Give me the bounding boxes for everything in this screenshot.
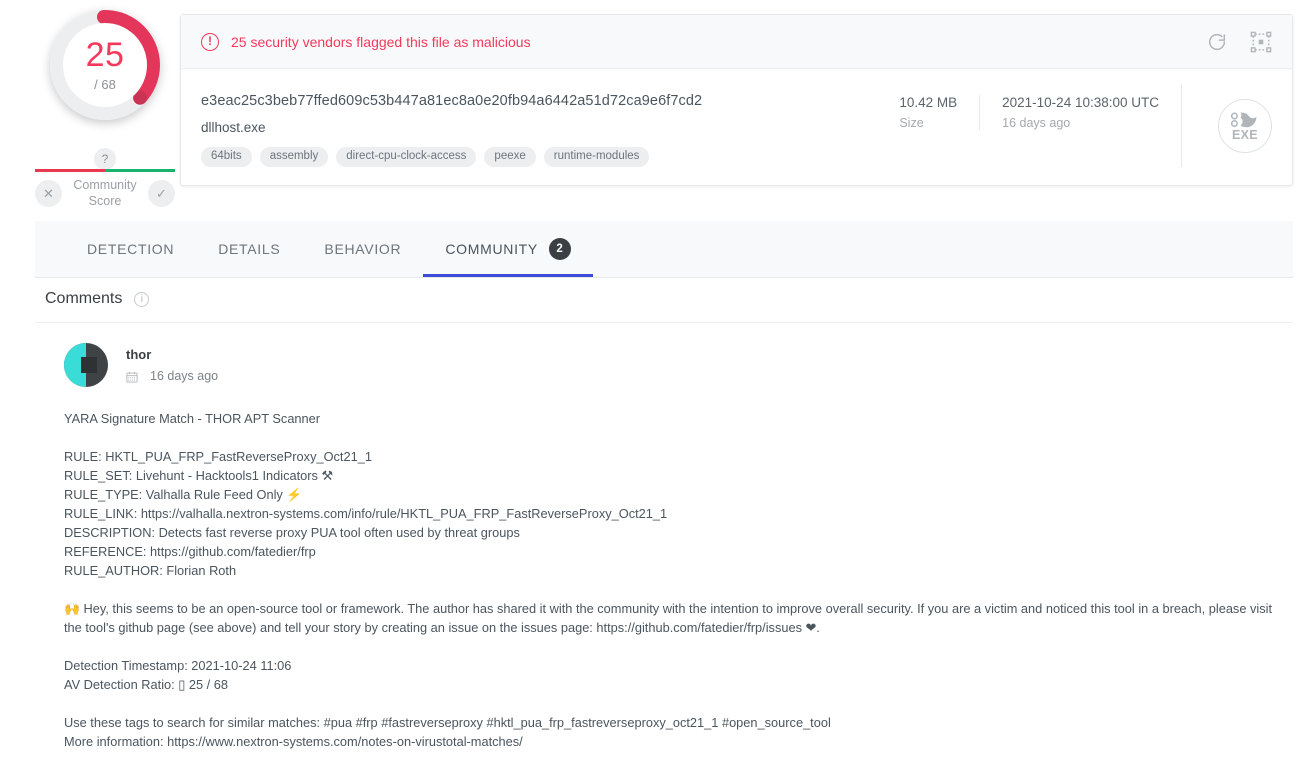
tab-details[interactable]: DETAILS xyxy=(196,221,302,277)
file-date-value: 2021-10-24 10:38:00 UTC xyxy=(1002,95,1159,110)
report-tabs: DETECTION DETAILS BEHAVIOR COMMUNITY 2 xyxy=(35,221,1293,277)
gauge-center: 25 / 68 xyxy=(63,23,147,107)
upvote-button[interactable]: ✓ xyxy=(148,180,175,207)
calendar-icon xyxy=(126,370,138,383)
card-action-buttons xyxy=(1206,31,1272,53)
tab-community-label: COMMUNITY xyxy=(445,241,538,257)
community-score-label-line1: Community xyxy=(73,178,137,192)
file-hash[interactable]: e3eac25c3beb77ffed609c53b447a81ec8a0e20f… xyxy=(201,93,877,109)
alert-icon: ! xyxy=(201,32,219,51)
comment-line-rule-type: RULE_TYPE: Valhalla Rule Feed Only ⚡ xyxy=(64,487,303,502)
detection-gauge: 25 / 68 xyxy=(44,4,166,126)
virustotal-file-report-page: 25 / 68 ? ✕ Community Score ✓ ! 25 secur… xyxy=(0,0,1308,759)
file-name: dllhost.exe xyxy=(201,120,266,135)
comment-paragraph-tags: Use these tags to search for similar mat… xyxy=(64,713,1288,751)
comment-paragraph-detection: Detection Timestamp: 2021-10-24 11:06 AV… xyxy=(64,656,1288,694)
malicious-alert-bar: ! 25 security vendors flagged this file … xyxy=(181,15,1292,69)
avatar[interactable] xyxy=(64,343,108,387)
tab-details-label: DETAILS xyxy=(218,241,281,257)
downvote-button[interactable]: ✕ xyxy=(35,180,62,207)
file-identity: e3eac25c3beb77ffed609c53b447a81ec8a0e20f… xyxy=(201,85,877,167)
comment-line-rule-author: RULE_AUTHOR: Florian Roth xyxy=(64,563,237,578)
focus-icon[interactable] xyxy=(1250,31,1272,53)
comment-timestamp: 16 days ago xyxy=(150,369,219,383)
tabbar-divider xyxy=(35,277,1293,278)
comment-author-name[interactable]: thor xyxy=(126,347,218,362)
comment-author-info: thor 16 days ago xyxy=(126,347,218,383)
file-details-body: e3eac25c3beb77ffed609c53b447a81ec8a0e20f… xyxy=(181,69,1292,185)
avatar-square xyxy=(81,357,97,373)
reload-icon[interactable] xyxy=(1206,31,1228,53)
tab-community[interactable]: COMMUNITY 2 xyxy=(423,221,593,277)
tab-detection[interactable]: DETECTION xyxy=(65,221,196,277)
alert-text: 25 security vendors flagged this file as… xyxy=(231,33,531,50)
file-size-cell: 10.42 MB Size xyxy=(877,95,979,130)
file-size-value: 10.42 MB xyxy=(899,95,958,110)
community-score-positive-bar xyxy=(105,169,175,172)
file-type-cell: EXE xyxy=(1181,85,1272,167)
community-score-negative-bar xyxy=(35,169,105,172)
community-score-label-line2: Score xyxy=(88,194,122,208)
file-date-label: 16 days ago xyxy=(1002,116,1071,130)
comments-header: Comments i xyxy=(45,290,150,308)
comment-paragraph-notice: 🙌 Hey, this seems to be an open-source t… xyxy=(64,601,1273,635)
comment-line-detection-timestamp: Detection Timestamp: 2021-10-24 11:06 xyxy=(64,658,292,673)
file-meta: 10.42 MB Size 2021-10-24 10:38:00 UTC 16… xyxy=(877,85,1181,167)
tab-behavior-label: BEHAVIOR xyxy=(324,241,402,257)
comment-body: YARA Signature Match - THOR APT Scanner … xyxy=(64,409,1288,751)
comment-timestamp-row: 16 days ago xyxy=(126,369,218,383)
file-tag[interactable]: runtime-modules xyxy=(543,147,650,167)
file-date-cell: 2021-10-24 10:38:00 UTC 16 days ago xyxy=(979,95,1181,130)
score-column: 25 / 68 ? ✕ Community Score ✓ xyxy=(35,0,175,208)
community-score-marker: ? xyxy=(94,148,116,170)
comment-author-row: thor 16 days ago xyxy=(64,343,1288,387)
comments-title: Comments xyxy=(45,290,123,307)
exe-label: EXE xyxy=(1232,127,1258,142)
file-tag[interactable]: assembly xyxy=(259,147,329,167)
file-summary-card: ! 25 security vendors flagged this file … xyxy=(180,14,1293,186)
comment-item: thor 16 days ago YARA Signature Match - … xyxy=(64,343,1288,751)
file-tag[interactable]: 64bits xyxy=(201,147,252,167)
comment-line-tags: Use these tags to search for similar mat… xyxy=(64,715,831,730)
comments-divider xyxy=(35,322,1293,323)
comment-line-av-ratio: AV Detection Ratio: ▯ 25 / 68 xyxy=(64,677,229,692)
comment-line-title: YARA Signature Match - THOR APT Scanner xyxy=(64,411,321,426)
detection-count: 25 xyxy=(85,36,125,74)
exe-icon: EXE xyxy=(1218,99,1272,153)
comment-line-more-info: More information: https://www.nextron-sy… xyxy=(64,734,523,749)
comment-line-reference: REFERENCE: https://github.com/fatedier/f… xyxy=(64,544,316,559)
tab-community-badge: 2 xyxy=(548,238,571,260)
file-size-label: Size xyxy=(899,116,924,130)
file-tags: 64bits assembly direct-cpu-clock-access … xyxy=(201,147,877,167)
comment-line-rule-link: RULE_LINK: https://valhalla.nextron-syst… xyxy=(64,506,668,521)
file-tag[interactable]: direct-cpu-clock-access xyxy=(336,147,477,167)
comment-line-rule-set: RULE_SET: Livehunt - Hacktools1 Indicato… xyxy=(64,468,333,483)
detection-total: / 68 xyxy=(94,77,116,92)
comment-paragraph-rule-block: RULE: HKTL_PUA_FRP_FastReverseProxy_Oct2… xyxy=(64,447,1288,580)
comment-line-description: DESCRIPTION: Detects fast reverse proxy … xyxy=(64,525,520,540)
tab-behavior[interactable]: BEHAVIOR xyxy=(302,221,423,277)
comment-paragraph-title: YARA Signature Match - THOR APT Scanner xyxy=(64,409,1288,428)
tab-detection-label: DETECTION xyxy=(87,241,175,257)
comment-line-rule: RULE: HKTL_PUA_FRP_FastReverseProxy_Oct2… xyxy=(64,449,372,464)
info-icon[interactable]: i xyxy=(134,291,150,307)
file-tag[interactable]: peexe xyxy=(484,147,536,167)
community-score-label: Community Score xyxy=(62,177,148,209)
community-score-controls: ✕ Community Score ✓ xyxy=(35,177,175,209)
community-score-bar xyxy=(35,169,175,172)
